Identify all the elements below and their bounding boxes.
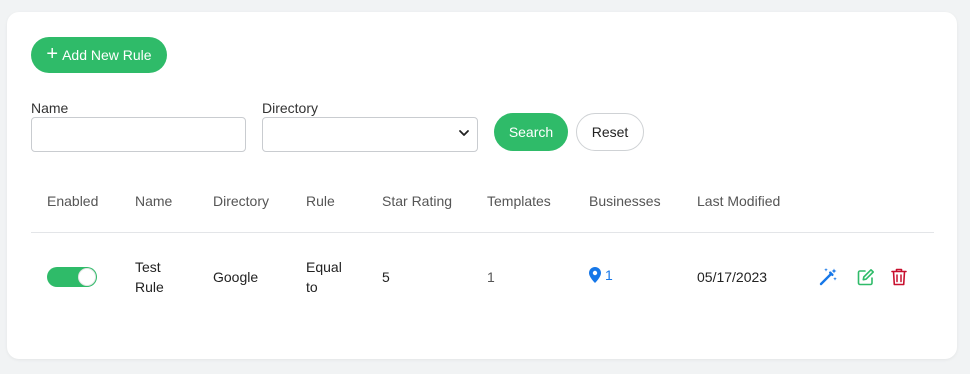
header-directory: Directory [213,193,270,209]
header-enabled: Enabled [47,193,99,209]
businesses-link[interactable]: 1 [589,267,613,283]
table-header-divider [31,232,934,233]
add-new-rule-label: Add New Rule [62,47,152,63]
toggle-knob [79,269,95,285]
businesses-count: 1 [605,267,613,283]
header-rule: Rule [306,193,335,209]
trash-icon [891,268,907,286]
magic-wand-button[interactable] [818,267,838,287]
header-star-rating: Star Rating [382,193,453,209]
plus-icon: + [46,43,59,65]
header-businesses: Businesses [589,193,661,209]
enabled-toggle[interactable] [47,267,97,287]
directory-select-box[interactable] [262,117,478,152]
rule-star-rating: 5 [382,269,390,285]
header-last-modified: Last Modified [697,193,781,209]
reset-button[interactable]: Reset [576,113,644,151]
rules-card: + Add New Rule Name Directory Search Res… [7,12,957,359]
rule-condition: Equal to [306,259,342,295]
edit-button[interactable] [856,267,876,287]
header-name: Name [135,193,173,209]
rule-name: Test Rule [135,259,164,295]
search-button[interactable]: Search [494,113,568,151]
delete-button[interactable] [889,267,909,287]
rule-last-modified: 05/17/2023 [697,269,768,285]
add-new-rule-button[interactable]: + Add New Rule [31,37,167,73]
directory-filter-label: Directory [262,100,319,116]
map-pin-icon [589,267,601,283]
rule-templates: 1 [487,269,495,285]
directory-select[interactable] [262,117,478,152]
name-filter-label: Name [31,100,69,116]
magic-wand-icon [819,268,837,286]
edit-icon [857,269,874,286]
name-filter-input[interactable] [31,117,246,152]
header-templates: Templates [487,193,551,209]
rule-directory: Google [213,269,259,285]
chevron-down-icon [459,130,469,136]
